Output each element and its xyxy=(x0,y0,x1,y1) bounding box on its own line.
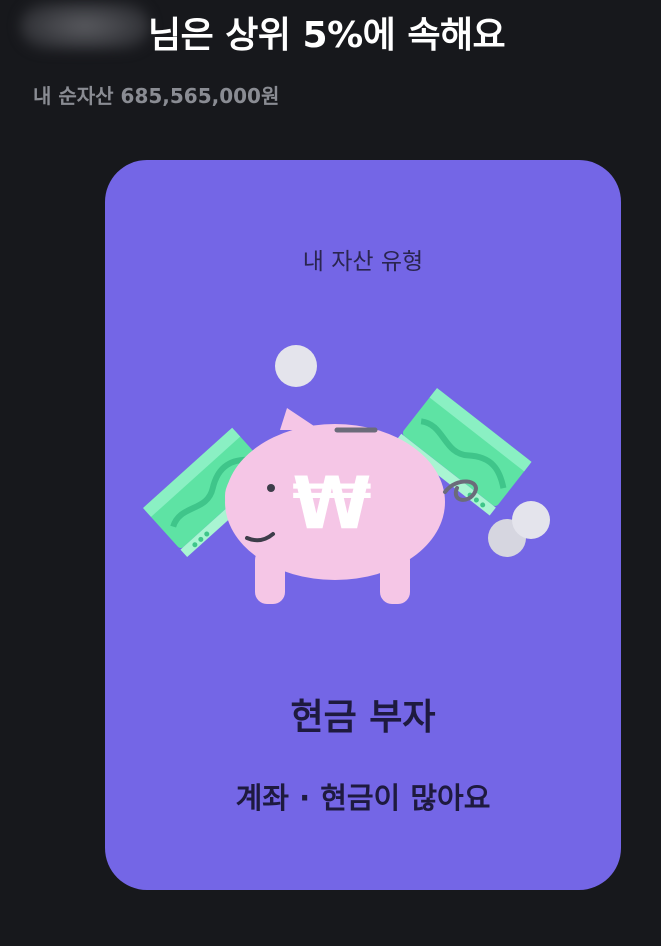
coin-icon xyxy=(512,501,550,539)
redacted-username xyxy=(20,2,150,50)
won-symbol: ₩ xyxy=(292,461,371,545)
net-assets-text: 내 순자산 685,565,000원 xyxy=(33,84,280,108)
screen: 님은 상위 5%에 속해요 내 순자산 685,565,000원 내 자산 유형 xyxy=(0,0,661,946)
asset-type-description: 계좌 · 현금이 많아요 xyxy=(235,781,491,815)
asset-type-card[interactable]: 내 자산 유형 ₩ 현금 부자 계좌 · 현금이 많아요 xyxy=(105,160,621,890)
piggy-bank-illustration: ₩ xyxy=(143,345,550,604)
coin-icon xyxy=(275,345,317,387)
page-title: 님은 상위 5%에 속해요 xyxy=(148,15,506,56)
card-label: 내 자산 유형 xyxy=(302,249,424,275)
asset-type-title: 현금 부자 xyxy=(290,697,436,738)
